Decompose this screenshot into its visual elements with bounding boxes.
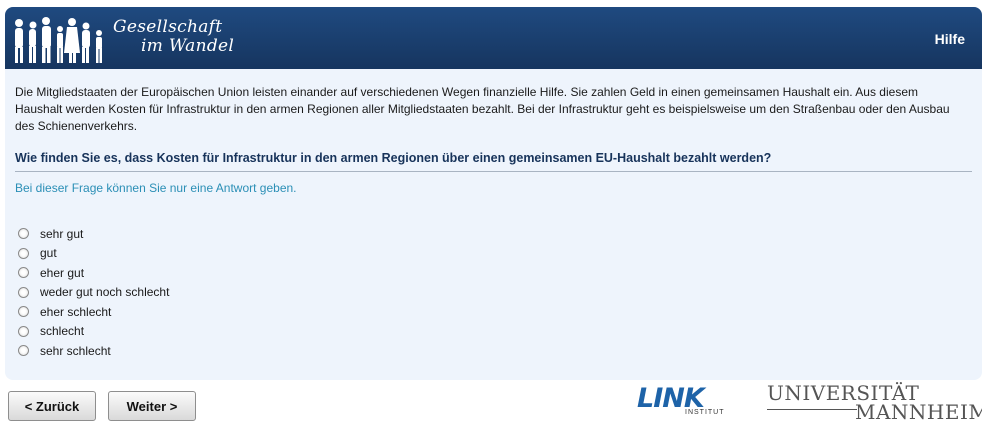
brand-title-line2: im Wandel	[141, 36, 235, 56]
option-label: sehr schlecht	[40, 343, 111, 358]
header-bar: Gesellschaft im Wandel Hilfe	[5, 7, 982, 69]
option-eher-gut[interactable]: eher gut	[18, 263, 169, 283]
option-schlecht[interactable]: schlecht	[18, 322, 169, 342]
option-sehr-schlecht[interactable]: sehr schlecht	[18, 341, 169, 361]
radio-button[interactable]	[18, 345, 29, 357]
university-logo-rule	[767, 409, 857, 410]
option-label: eher gut	[40, 265, 85, 280]
university-logo-line2: MANNHEIM	[855, 400, 982, 424]
brand-title-line1: Gesellschaft	[113, 17, 223, 37]
option-label: eher schlecht	[40, 304, 112, 319]
radio-button[interactable]	[18, 325, 29, 337]
link-logo-sub: INSTITUT	[685, 409, 725, 416]
radio-button[interactable]	[18, 247, 29, 259]
people-silhouette-icon	[15, 17, 102, 63]
option-weder-gut-noch-schlecht[interactable]: weder gut noch schlecht	[18, 283, 169, 303]
radio-button[interactable]	[18, 267, 29, 279]
question-text: Wie finden Sie es, dass Kosten für Infra…	[15, 151, 772, 165]
option-gut[interactable]: gut	[18, 244, 169, 264]
university-mannheim-logo: UNIVERSITÄT MANNHEIM	[767, 381, 982, 424]
radio-button[interactable]	[18, 228, 29, 240]
answer-instruction: Bei dieser Frage können Sie nur eine Ant…	[15, 181, 297, 195]
survey-panel: Gesellschaft im Wandel Hilfe Die Mitglie…	[5, 7, 982, 380]
next-button[interactable]: Weiter >	[108, 391, 196, 421]
question-divider	[15, 171, 972, 172]
help-link[interactable]: Hilfe	[935, 31, 965, 47]
option-label: gut	[40, 246, 57, 261]
intro-text: Die Mitgliedstaaten der Europäischen Uni…	[15, 85, 950, 133]
link-institut-logo: LINK INSTITUT	[637, 383, 733, 419]
radio-button[interactable]	[18, 306, 29, 318]
back-button[interactable]: < Zurück	[8, 391, 96, 421]
option-label: sehr gut	[40, 226, 84, 241]
answer-options: sehr gut gut eher gut weder gut noch sch…	[18, 224, 169, 361]
option-label: weder gut noch schlecht	[40, 285, 170, 300]
option-eher-schlecht[interactable]: eher schlecht	[18, 302, 169, 322]
option-label: schlecht	[40, 324, 85, 339]
radio-button[interactable]	[18, 286, 29, 298]
option-sehr-gut[interactable]: sehr gut	[18, 224, 169, 244]
